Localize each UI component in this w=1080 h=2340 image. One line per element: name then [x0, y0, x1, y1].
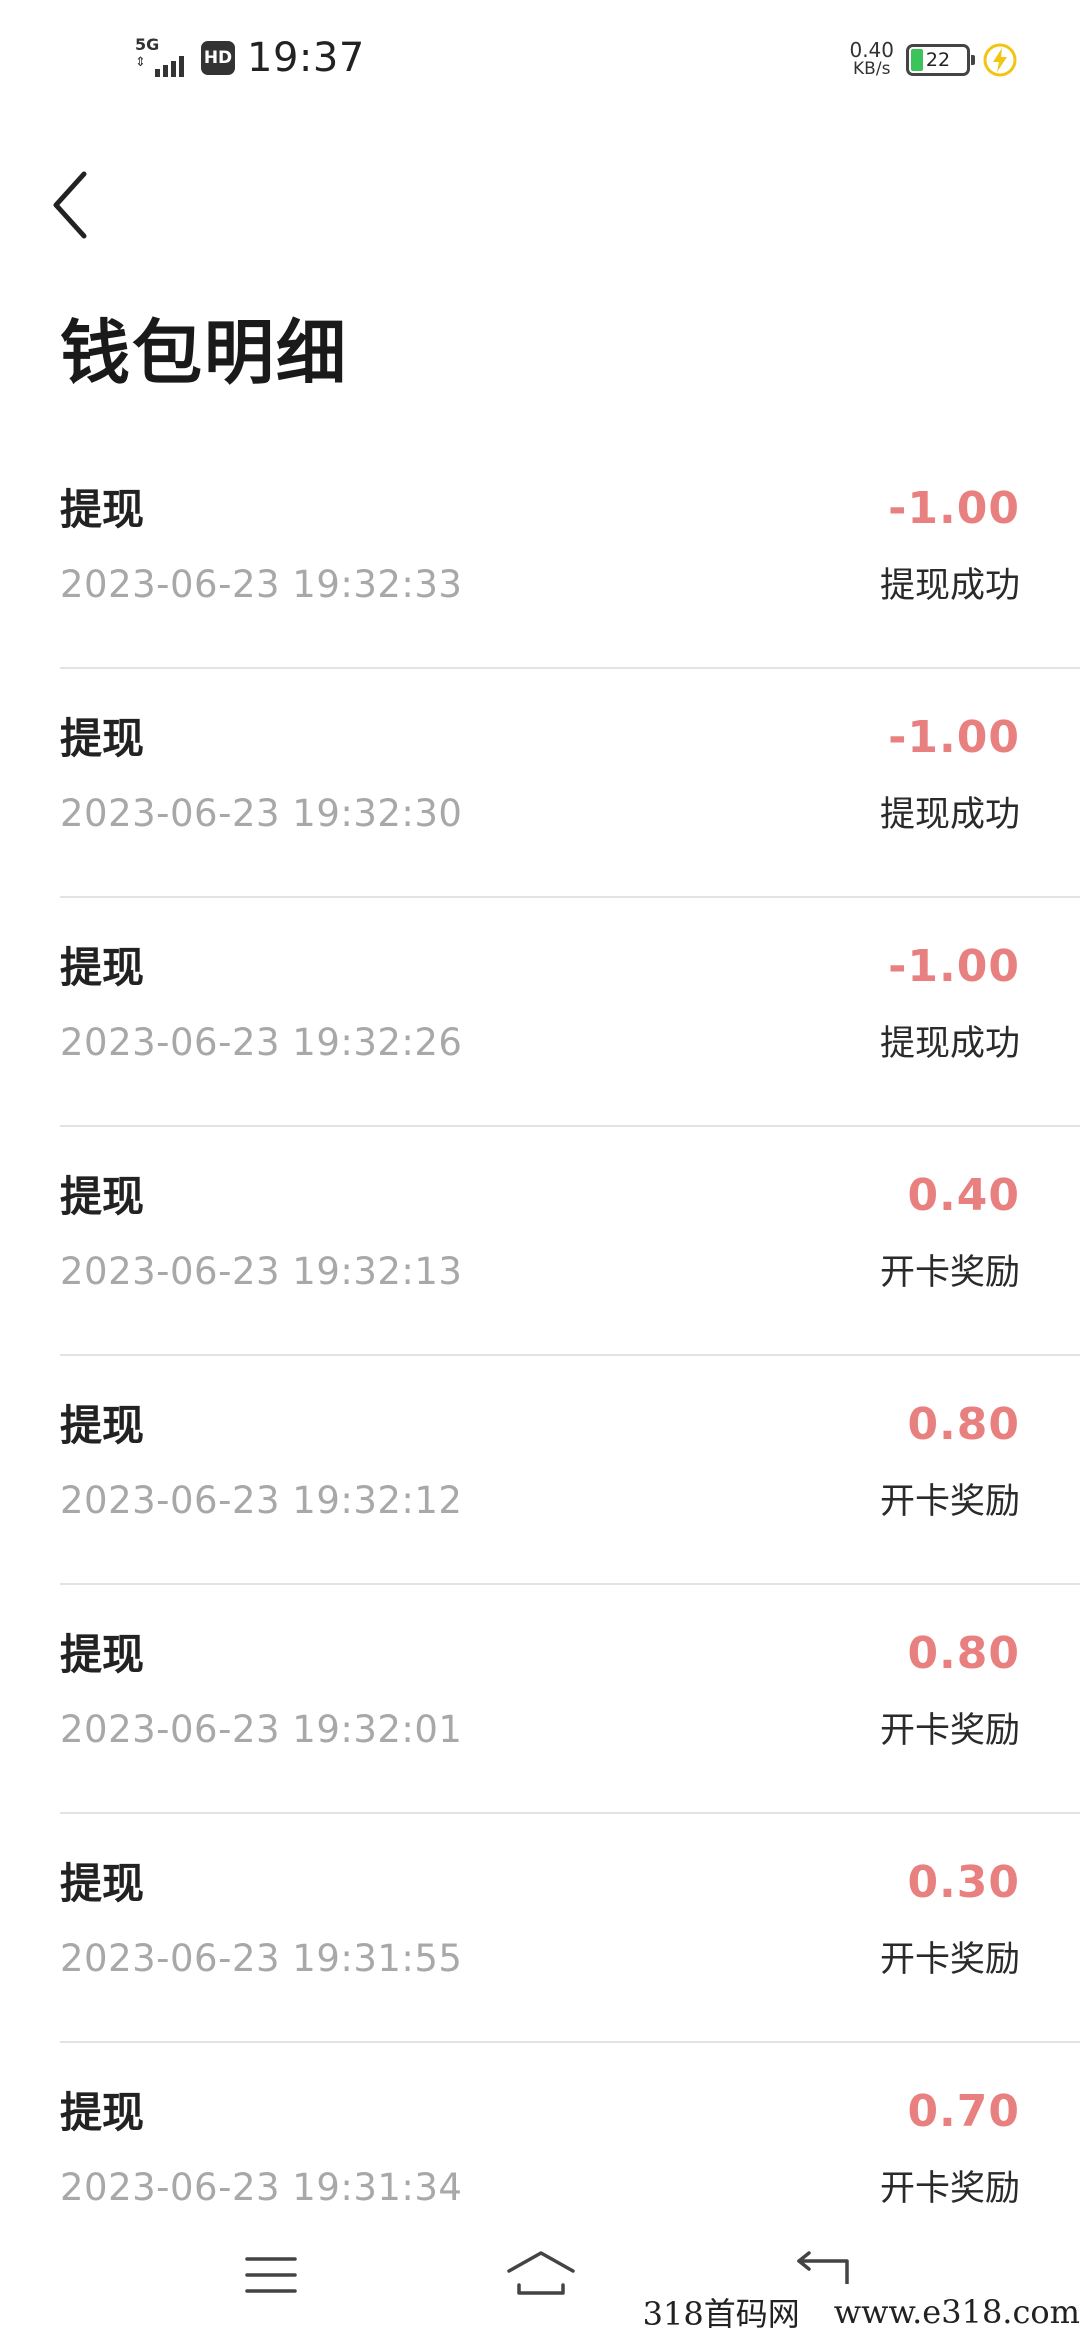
- record-amount: 0.40: [907, 1170, 1020, 1221]
- record-name: 提现: [60, 1630, 145, 1679]
- record-name: 提现: [60, 1859, 145, 1908]
- status-bar: 5G ⇕ HD 19:37 0.40 KB/s 22: [0, 0, 1080, 110]
- menu-button[interactable]: [226, 2240, 316, 2310]
- page-title: 钱包明细: [60, 312, 348, 394]
- record-time: 2023-06-23 19:32:01: [60, 1708, 463, 1751]
- battery-icon: 22: [906, 44, 975, 76]
- record-time: 2023-06-23 19:31:55: [60, 1937, 463, 1980]
- record-name: 提现: [60, 1172, 145, 1221]
- signal-icon: 5G ⇕: [133, 35, 191, 81]
- network-type: 5G: [135, 35, 160, 54]
- record-status: 开卡奖励: [879, 1940, 1020, 1980]
- record-status: 提现成功: [879, 795, 1020, 835]
- record-row[interactable]: 提现 2023-06-23 19:32:01 0.80 开卡奖励: [60, 1585, 1080, 1814]
- record-name: 提现: [60, 714, 145, 763]
- wallet-detail-screen: 5G ⇕ HD 19:37 0.40 KB/s 22 钱包明细 提现 2023-…: [0, 0, 1080, 2340]
- record-name: 提现: [60, 2088, 145, 2137]
- data-arrows-icon: ⇕: [135, 55, 146, 70]
- wallet-record-list: 提现 2023-06-23 19:32:33 -1.00 提现成功 提现 202…: [60, 440, 1080, 2272]
- record-time: 2023-06-23 19:32:13: [60, 1250, 463, 1293]
- watermark-url: www.e318.com: [833, 2293, 1080, 2331]
- record-status: 提现成功: [879, 1024, 1020, 1064]
- record-status: 开卡奖励: [879, 1253, 1020, 1293]
- status-time: 19:37: [247, 35, 365, 81]
- watermark: 318首码网 www.e318.com: [634, 2284, 1080, 2340]
- record-amount: -1.00: [888, 712, 1020, 763]
- home-button[interactable]: [496, 2240, 586, 2310]
- record-time: 2023-06-23 19:32:26: [60, 1021, 463, 1064]
- record-name: 提现: [60, 1401, 145, 1450]
- record-status: 开卡奖励: [879, 1711, 1020, 1751]
- record-row[interactable]: 提现 2023-06-23 19:32:26 -1.00 提现成功: [60, 898, 1080, 1127]
- record-row[interactable]: 提现 2023-06-23 19:32:33 -1.00 提现成功: [60, 440, 1080, 669]
- record-amount: -1.00: [888, 941, 1020, 992]
- battery-tip: [971, 55, 975, 65]
- record-row[interactable]: 提现 2023-06-23 19:32:13 0.40 开卡奖励: [60, 1127, 1080, 1356]
- record-name: 提现: [60, 485, 145, 534]
- hd-icon: HD: [201, 41, 235, 75]
- record-time: 2023-06-23 19:32:33: [60, 563, 463, 606]
- status-left: 5G ⇕ HD 19:37: [133, 33, 365, 83]
- record-amount: 0.80: [907, 1399, 1020, 1450]
- chevron-left-icon: [53, 171, 87, 239]
- record-status: 开卡奖励: [879, 1482, 1020, 1522]
- status-right: 0.40 KB/s 22: [849, 35, 1018, 85]
- network-speed: 0.40 KB/s: [849, 38, 894, 79]
- record-time: 2023-06-23 19:32:12: [60, 1479, 463, 1522]
- speed-unit: KB/s: [853, 59, 891, 79]
- record-amount: 0.30: [907, 1857, 1020, 1908]
- signal-bars-icon: [155, 56, 184, 77]
- record-row[interactable]: 提现 2023-06-23 19:32:12 0.80 开卡奖励: [60, 1356, 1080, 1585]
- record-amount: -1.00: [888, 483, 1020, 534]
- battery-level: 22: [925, 49, 951, 71]
- charging-icon: [983, 43, 1017, 77]
- record-row[interactable]: 提现 2023-06-23 19:32:30 -1.00 提现成功: [60, 669, 1080, 898]
- record-amount: 0.80: [907, 1628, 1020, 1679]
- menu-icon: [245, 2257, 297, 2293]
- home-icon: [507, 2251, 575, 2295]
- record-time: 2023-06-23 19:31:34: [60, 2166, 463, 2209]
- record-status: 提现成功: [879, 566, 1020, 606]
- record-status: 开卡奖励: [879, 2169, 1020, 2209]
- watermark-site-name: 318首码网: [642, 2295, 800, 2333]
- record-row[interactable]: 提现 2023-06-23 19:31:55 0.30 开卡奖励: [60, 1814, 1080, 2043]
- record-name: 提现: [60, 943, 145, 992]
- back-button[interactable]: [50, 165, 110, 245]
- record-time: 2023-06-23 19:32:30: [60, 792, 463, 835]
- record-amount: 0.70: [907, 2086, 1020, 2137]
- speed-value: 0.40: [849, 38, 894, 62]
